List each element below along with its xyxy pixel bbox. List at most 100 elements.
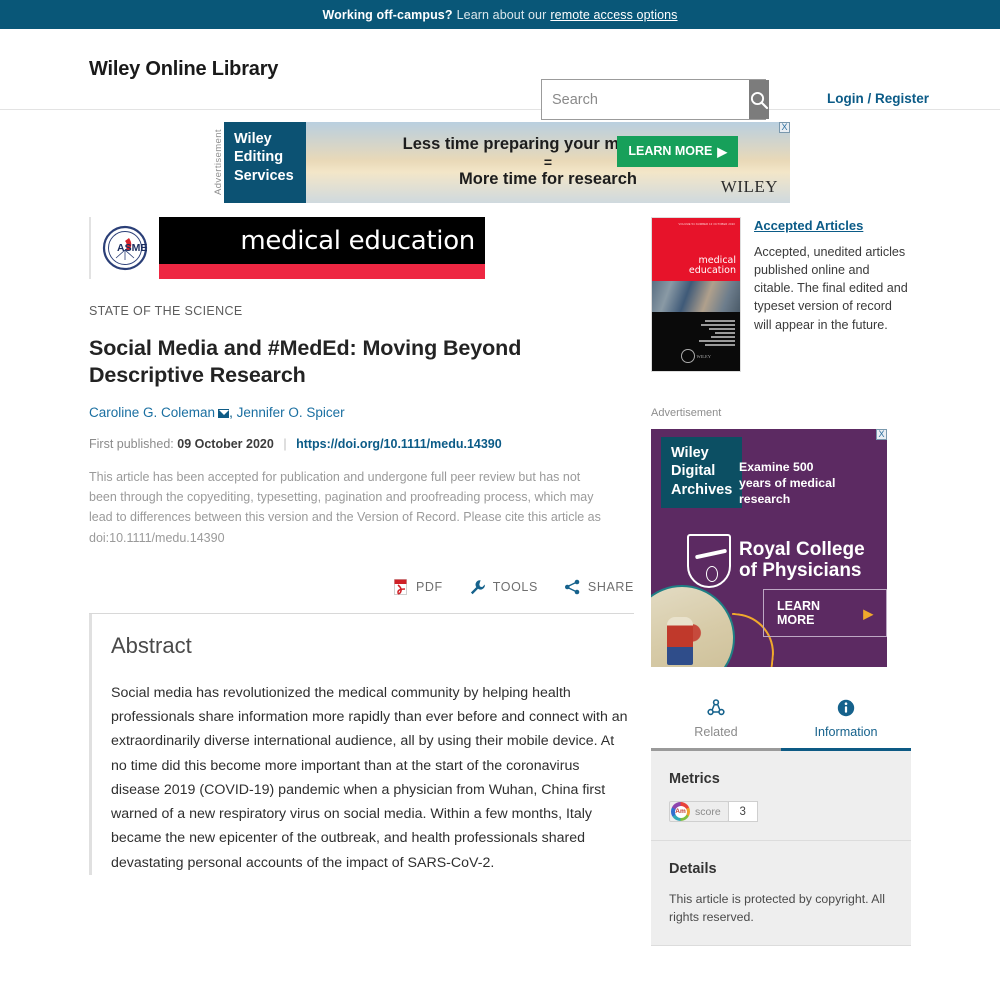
journal-name: medical education: [240, 225, 475, 256]
leaderboard-ad-zone: Advertisement X Wiley Editing Services L…: [0, 110, 1000, 214]
metrics-section: Metrics Am score 3: [651, 751, 911, 841]
accepted-articles-block: VOLUME 54 NUMBER 10 OCTOBER 2020 medical…: [651, 217, 911, 372]
metrics-heading: Metrics: [669, 771, 720, 787]
details-text: This article is protected by copyright. …: [669, 892, 885, 925]
wrench-icon: [470, 580, 485, 594]
information-panel: Metrics Am score 3 Details This article …: [651, 751, 911, 946]
sidebar-ad-learn-more-label: LEARN MORE: [777, 599, 821, 627]
sidebar-ad-tagline-line1: Examine 500: [739, 460, 814, 474]
ad-learn-more-button[interactable]: LEARN MORE ▶: [617, 135, 738, 167]
sidebar-advertisement-label: Advertisement: [651, 407, 722, 419]
site-header: Wiley Online Library Login / Register: [0, 29, 1000, 120]
ad-brand-line1: Wiley: [234, 130, 272, 147]
article-toolbar: PDF TOOLS SHARE: [89, 578, 634, 613]
sidebar-ad-learn-more-button[interactable]: LEARN MORE ▶: [763, 589, 887, 637]
ad-brand-line3: Services: [234, 167, 294, 184]
sidebar-ad-close-icon[interactable]: X: [876, 429, 887, 440]
ad-learn-more-label: LEARN MORE: [628, 144, 713, 158]
author-separator: ,: [229, 404, 233, 420]
journal-red-bar: [159, 264, 485, 279]
cover-textlines: [699, 320, 735, 348]
main-column: ASME medical education STATE OF THE SCIE…: [89, 214, 634, 946]
tab-related-label: Related: [694, 725, 738, 739]
tab-information[interactable]: Information: [781, 687, 911, 751]
off-campus-banner: Working off-campus? Learn about our remo…: [0, 0, 1000, 29]
globe-icon: [681, 349, 695, 363]
info-circle-icon: [837, 699, 855, 716]
journal-cover-image[interactable]: VOLUME 54 NUMBER 10 OCTOBER 2020 medical…: [651, 217, 741, 372]
sidebar-ad-brand-line1: Wiley: [671, 445, 709, 461]
page-body: ASME medical education STATE OF THE SCIE…: [0, 214, 1000, 946]
sidebar-ad-org-line1: Royal College: [739, 539, 865, 561]
cover-lower: WILEY: [652, 312, 740, 371]
login-register-link[interactable]: Login / Register: [827, 91, 929, 106]
advertisement-label-vertical: Advertisement: [213, 129, 224, 195]
ad-message-equals: =: [543, 154, 553, 170]
remote-access-link[interactable]: remote access options: [550, 8, 677, 22]
sidebar-ad-brand-line2: Digital: [671, 463, 716, 480]
pdf-label: PDF: [415, 580, 443, 595]
cover-topline: VOLUME 54 NUMBER 10 OCTOBER 2020: [678, 223, 735, 226]
pdf-button[interactable]: PDF: [393, 578, 443, 596]
asme-seal-icon: ASME: [102, 225, 147, 271]
ad-wiley-wordmark: WILEY: [720, 176, 778, 196]
accepted-articles-description: Accepted, unedited articles published on…: [754, 245, 908, 332]
sidebar-ad-org: Royal College of Physicians: [687, 534, 865, 588]
page-title: Social Media and #MedEd: Moving Beyond D…: [89, 336, 522, 387]
publication-info: First published: 09 October 2020 | https…: [89, 437, 634, 451]
envelope-icon[interactable]: [218, 408, 230, 418]
cover-title-line2: education: [688, 265, 736, 277]
tools-button[interactable]: TOOLS: [469, 579, 538, 596]
play-arrow-icon: ▶: [717, 144, 727, 159]
abstract-text: Social media has revolutionized the medi…: [111, 684, 628, 871]
tab-related[interactable]: Related: [651, 687, 781, 748]
first-published-label: First published:: [89, 436, 174, 451]
details-heading: Details: [669, 861, 717, 877]
altmetric-score-label: score: [695, 805, 721, 818]
first-published-date: 09 October 2020: [177, 436, 274, 451]
off-campus-text: Learn about our: [456, 7, 547, 22]
acceptance-disclaimer: This article has been accepted for publi…: [89, 469, 601, 545]
altmetric-donut-wrap: Am score: [669, 801, 729, 822]
author-link-1[interactable]: Caroline G. Coleman: [89, 405, 215, 420]
altmetric-donut-icon: Am: [671, 802, 690, 821]
site-logo[interactable]: Wiley Online Library: [89, 58, 278, 81]
ad-message-line2: More time for research: [459, 170, 637, 188]
ad-close-icon[interactable]: X: [779, 121, 790, 133]
doi-link[interactable]: https://doi.org/10.1111/medu.14390: [296, 437, 502, 451]
sidebar-ad-org-line2: of Physicians: [739, 560, 862, 581]
share-label: SHARE: [587, 580, 634, 595]
leaderboard-ad[interactable]: X Wiley Editing Services Less time prepa…: [224, 121, 790, 203]
sidebar-ad-brand-line3: Archives: [671, 481, 733, 498]
sidebar-ad-brand: Wiley Digital Archives: [661, 437, 743, 508]
cover-photo: [652, 281, 740, 312]
sidebar-ad-tagline-line2: years of medical: [739, 476, 836, 491]
sidebar-tabs: Related Information: [651, 687, 911, 751]
author-link-2[interactable]: Jennifer O. Spicer: [237, 405, 345, 420]
altmetric-badge[interactable]: Am score 3: [669, 801, 893, 822]
ad-brand-block: Wiley Editing Services: [224, 121, 306, 203]
altmetric-score-value: 3: [727, 801, 758, 822]
off-campus-lead: Working off-campus?: [322, 7, 453, 22]
journal-masthead[interactable]: ASME medical education: [89, 217, 634, 279]
tab-information-label: Information: [814, 725, 878, 739]
article-section-kicker: STATE OF THE SCIENCE: [89, 304, 243, 318]
abstract-heading: Abstract: [111, 632, 192, 658]
sidebar-ad-tagline-line3: research: [739, 492, 791, 507]
pdf-icon: [393, 578, 407, 595]
journal-logo: medical education: [159, 217, 485, 279]
abstract-section: Abstract Social media has revolutionized…: [89, 613, 634, 875]
sidebar-ad-illustration: [651, 585, 735, 667]
altmetric-am-text: Am: [674, 805, 687, 818]
author-list: Caroline G. Coleman, Jennifer O. Spicer: [89, 405, 634, 420]
svg-text:ASME: ASME: [117, 242, 147, 254]
sidebar-ad[interactable]: X Wiley Digital Archives Examine 500 yea…: [651, 429, 887, 667]
search-icon: [750, 91, 769, 109]
accepted-articles-link[interactable]: Accepted Articles: [754, 218, 863, 233]
tools-label: TOOLS: [492, 580, 538, 595]
cover-title: medical education: [688, 255, 736, 277]
sidebar: VOLUME 54 NUMBER 10 OCTOBER 2020 medical…: [651, 214, 911, 946]
share-button[interactable]: SHARE: [564, 579, 634, 595]
cover-wiley-mark: WILEY: [681, 348, 711, 364]
share-icon: [564, 579, 580, 595]
